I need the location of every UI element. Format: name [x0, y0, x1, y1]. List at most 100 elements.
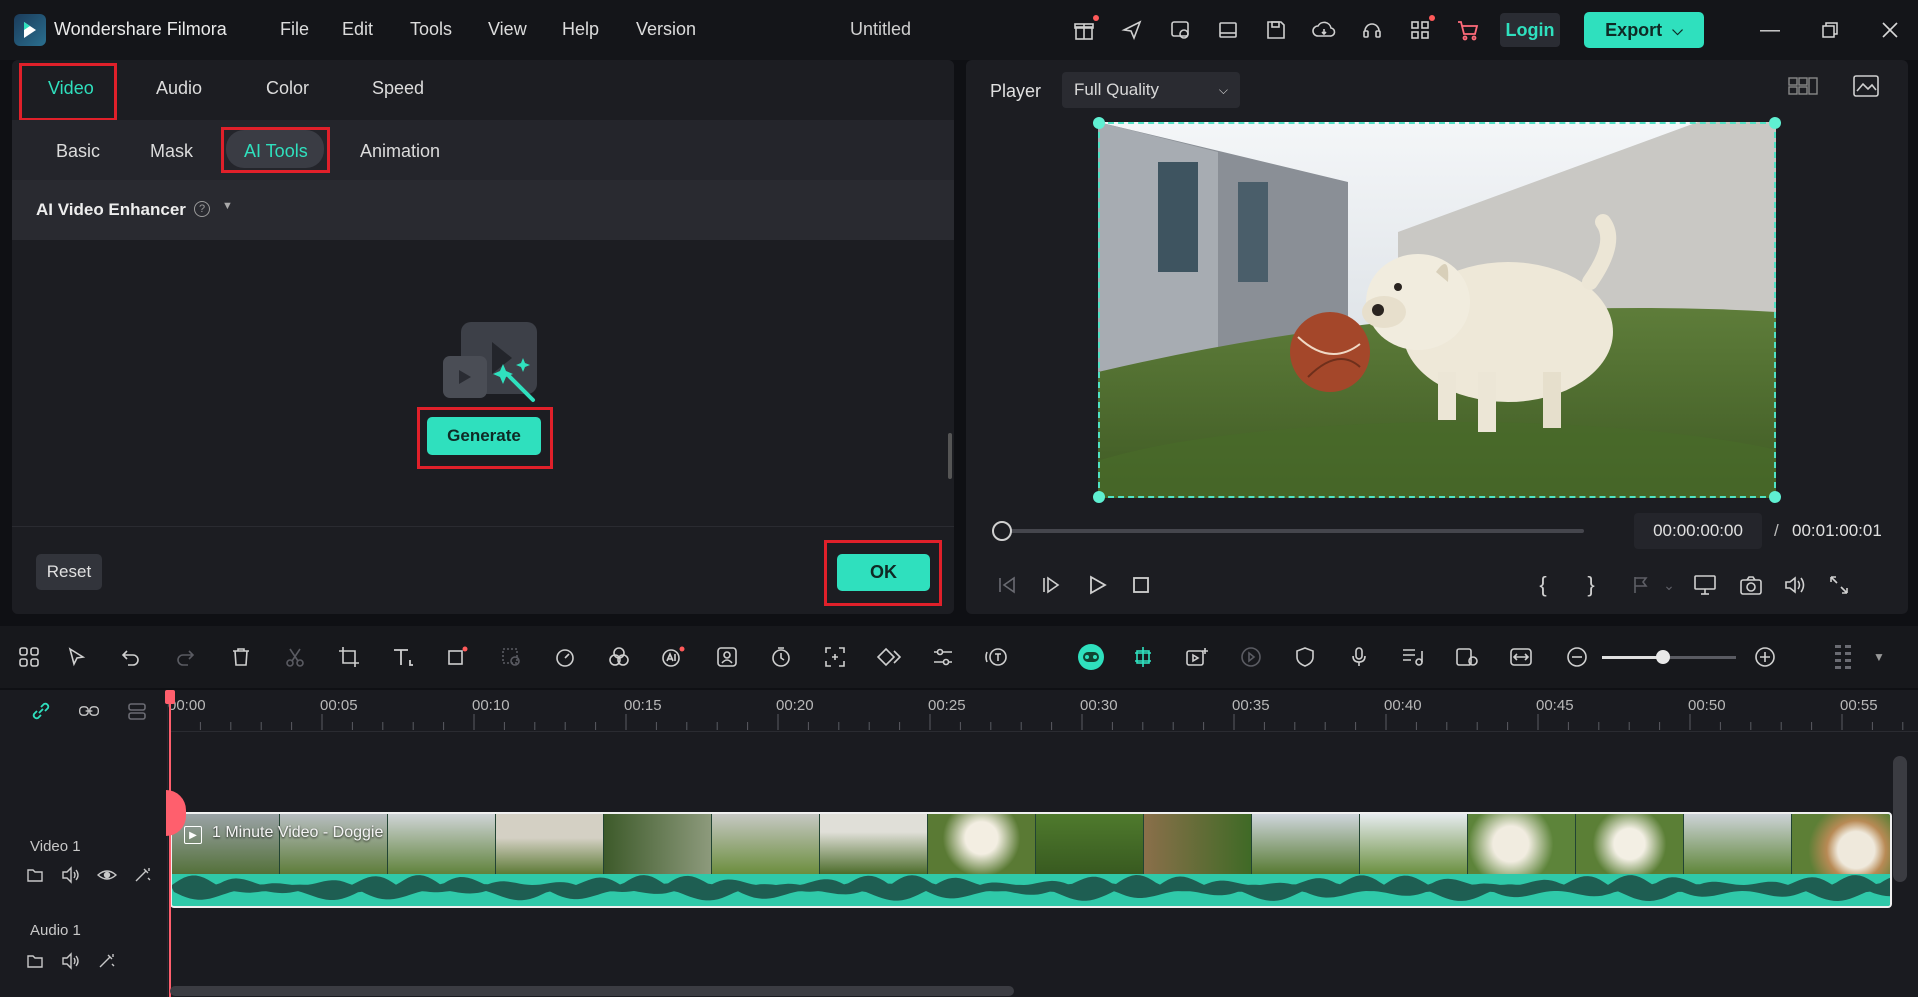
cloud-icon[interactable]	[1310, 16, 1338, 44]
ai-copilot-icon[interactable]	[1076, 642, 1106, 672]
gift-icon[interactable]	[1070, 15, 1099, 44]
camera-icon[interactable]	[1736, 570, 1766, 600]
mark-in-icon[interactable]: {	[1528, 570, 1558, 600]
magic-lock-icon[interactable]	[96, 950, 118, 972]
grid-view-icon[interactable]	[1788, 76, 1818, 104]
subtab-animation[interactable]: Animation	[360, 141, 440, 162]
menu-edit[interactable]: Edit	[342, 19, 373, 40]
eye-icon[interactable]	[96, 864, 118, 886]
stop-icon[interactable]	[1126, 570, 1156, 600]
delete-icon[interactable]	[226, 642, 256, 672]
fit-icon[interactable]	[1506, 642, 1536, 672]
playhead[interactable]	[169, 690, 171, 997]
tab-audio[interactable]: Audio	[156, 78, 202, 99]
adjust-icon[interactable]	[928, 642, 958, 672]
audio-mix-icon[interactable]	[1398, 642, 1428, 672]
caret-down-icon[interactable]: ▼	[222, 200, 233, 212]
help-icon[interactable]: ?	[194, 201, 210, 217]
menu-help[interactable]: Help	[562, 19, 599, 40]
cut-icon[interactable]	[280, 642, 310, 672]
preview-selection-box[interactable]	[1093, 117, 1781, 503]
color-icon[interactable]	[604, 642, 634, 672]
subtab-mask[interactable]: Mask	[150, 141, 193, 162]
playhead-handle[interactable]	[165, 690, 175, 704]
media-icon[interactable]	[1166, 16, 1194, 44]
restore-icon[interactable]	[1815, 16, 1845, 44]
text-icon[interactable]	[388, 642, 418, 672]
resize-handle-br[interactable]	[1769, 491, 1781, 503]
shape-icon[interactable]	[442, 642, 472, 672]
magic-lock-icon[interactable]	[132, 864, 154, 886]
time-ruler[interactable]	[170, 690, 1918, 732]
current-time[interactable]: 00:00:00:00	[1634, 513, 1762, 549]
subtab-basic[interactable]: Basic	[56, 141, 100, 162]
menu-view[interactable]: View	[488, 19, 527, 40]
tab-color[interactable]: Color	[266, 78, 309, 99]
add-media-icon[interactable]	[1182, 642, 1212, 672]
zoom-in-icon[interactable]	[1750, 642, 1780, 672]
folder-icon[interactable]	[24, 864, 46, 886]
timeline-horizontal-scrollbar[interactable]	[170, 986, 1014, 996]
login-button[interactable]: Login	[1500, 13, 1560, 47]
menu-tools[interactable]: Tools	[410, 19, 452, 40]
portrait-icon[interactable]	[712, 642, 742, 672]
playback-knob[interactable]	[992, 521, 1012, 541]
group-link-icon[interactable]	[78, 700, 100, 722]
fullscreen-icon[interactable]	[1824, 570, 1854, 600]
folder-icon[interactable]	[24, 950, 46, 972]
ai-effects-icon[interactable]	[658, 642, 688, 672]
support-icon[interactable]	[1358, 16, 1386, 44]
layout-grid-icon[interactable]	[14, 642, 44, 672]
mute-icon[interactable]	[60, 950, 82, 972]
generate-button[interactable]: Generate	[427, 417, 541, 455]
more-dropdown-icon[interactable]: ▼	[1864, 642, 1894, 672]
layout-icon[interactable]	[1214, 16, 1242, 44]
quality-select[interactable]: Full Quality ⌵	[1062, 72, 1240, 108]
playback-progress[interactable]	[1004, 529, 1584, 533]
menu-file[interactable]: File	[280, 19, 309, 40]
snap-icon[interactable]	[1128, 642, 1158, 672]
timer-icon[interactable]	[766, 642, 796, 672]
grid-dots-icon[interactable]	[1828, 642, 1858, 672]
close-icon[interactable]	[1875, 16, 1905, 44]
video-clip[interactable]: ▶ 1 Minute Video - Doggie	[170, 812, 1892, 908]
snapshot-view-icon[interactable]	[1852, 74, 1882, 102]
reset-button[interactable]: Reset	[36, 554, 102, 590]
speed-icon[interactable]	[550, 642, 580, 672]
marker-icon[interactable]	[1626, 570, 1656, 600]
speech-to-text-icon[interactable]	[982, 642, 1012, 672]
crop-icon[interactable]	[334, 642, 364, 672]
clip-settings-icon[interactable]	[1452, 642, 1482, 672]
render-icon[interactable]	[1236, 642, 1266, 672]
menu-version[interactable]: Version	[636, 19, 696, 40]
microphone-icon[interactable]	[1344, 642, 1374, 672]
track-manager-icon[interactable]	[126, 700, 148, 722]
panel-scrollbar[interactable]	[948, 433, 952, 479]
auto-reframe-icon[interactable]	[820, 642, 850, 672]
mute-icon[interactable]	[60, 864, 82, 886]
tab-speed[interactable]: Speed	[372, 78, 424, 99]
prev-frame-icon[interactable]	[992, 570, 1022, 600]
shield-icon[interactable]	[1290, 642, 1320, 672]
resize-handle-bl[interactable]	[1093, 491, 1105, 503]
volume-icon[interactable]	[1780, 570, 1810, 600]
minimize-icon[interactable]: —	[1755, 16, 1785, 44]
undo-icon[interactable]	[116, 642, 146, 672]
keyframe-icon[interactable]	[874, 642, 904, 672]
link-icon[interactable]	[30, 700, 52, 722]
resize-handle-tr[interactable]	[1769, 117, 1781, 129]
mask-tool-icon[interactable]	[496, 642, 526, 672]
select-tool-icon[interactable]	[62, 642, 92, 672]
next-frame-icon[interactable]	[1036, 570, 1066, 600]
mark-out-icon[interactable]: }	[1576, 570, 1606, 600]
cart-icon[interactable]	[1454, 16, 1482, 44]
play-icon[interactable]	[1082, 570, 1112, 600]
apps-icon[interactable]	[1406, 15, 1435, 44]
redo-icon[interactable]	[170, 642, 200, 672]
send-icon[interactable]	[1118, 16, 1146, 44]
save-icon[interactable]	[1262, 16, 1290, 44]
timeline-vertical-scrollbar[interactable]	[1893, 756, 1907, 882]
export-button[interactable]: Export ⌵	[1584, 12, 1704, 48]
zoom-slider-knob[interactable]	[1656, 650, 1670, 664]
resize-handle-tl[interactable]	[1093, 117, 1105, 129]
